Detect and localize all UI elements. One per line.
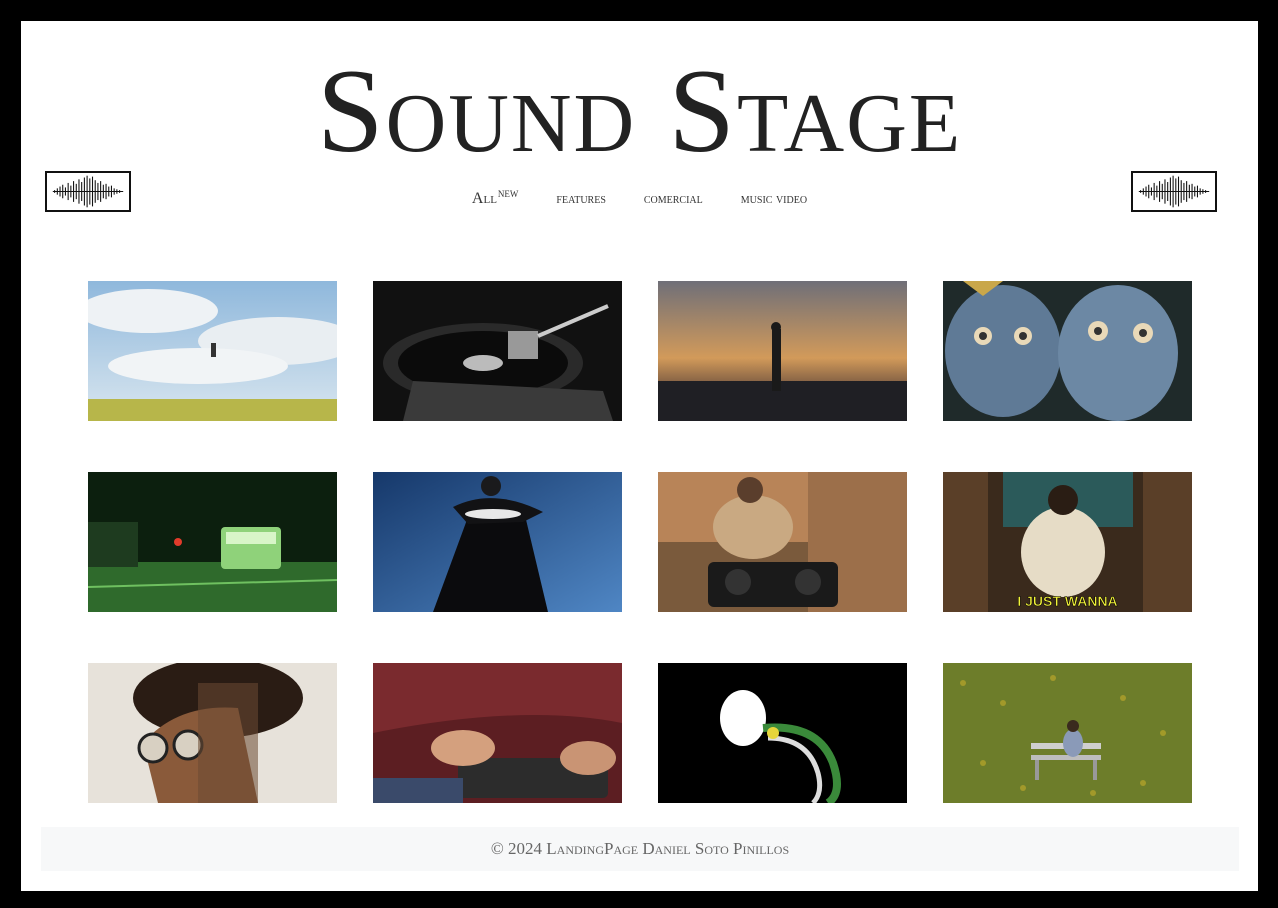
- video-thumbnail-animation[interactable]: [658, 663, 907, 803]
- video-thumbnail-low-angle-man[interactable]: [373, 472, 622, 612]
- nav-item-all[interactable]: AllNEW: [472, 189, 519, 208]
- video-caption: I JUST WANNA: [1017, 593, 1117, 609]
- nav-item-label: All: [471, 190, 497, 207]
- page-frame: Sound Stage AllNEW features comercial mu…: [21, 21, 1258, 891]
- thumbnail-image: [88, 663, 337, 803]
- thumbnail-image: [88, 472, 337, 612]
- video-thumbnail-turntable[interactable]: [373, 281, 622, 421]
- thumbnail-image: I JUST WANNA: [943, 472, 1192, 612]
- thumbnail-image: [88, 281, 337, 421]
- video-thumbnail-sky-field[interactable]: [88, 281, 337, 421]
- thumbnail-image: [658, 472, 907, 612]
- thumbnail-image: [943, 281, 1192, 421]
- thumbnail-image: [943, 663, 1192, 803]
- new-badge: NEW: [497, 189, 519, 199]
- category-nav: AllNEW FEATURES COMERCIAL MUSIC VIDEO: [21, 189, 1258, 208]
- video-thumbnail-bench-field[interactable]: [943, 663, 1192, 803]
- thumbnail-image: [658, 281, 907, 421]
- video-thumbnail-keyboard-hands[interactable]: [373, 663, 622, 803]
- video-thumbnail-blue-faces[interactable]: [943, 281, 1192, 421]
- nav-item-comercial[interactable]: COMERCIAL: [644, 192, 703, 208]
- nav-item-features[interactable]: FEATURES: [556, 192, 605, 208]
- nav-item-music-video[interactable]: MUSIC VIDEO: [741, 192, 807, 208]
- thumbnail-image: [658, 663, 907, 803]
- video-thumbnail-green-street[interactable]: [88, 472, 337, 612]
- video-thumbnail-library[interactable]: I JUST WANNA: [943, 472, 1192, 612]
- video-thumbnail-portrait-lyrics[interactable]: [88, 663, 337, 803]
- thumbnail-image: [373, 663, 622, 803]
- video-thumbnail-sunset[interactable]: [658, 281, 907, 421]
- site-title: Sound Stage: [316, 44, 963, 177]
- thumbnail-image: [373, 281, 622, 421]
- footer: © 2024 LandingPage Daniel Soto Pinillos: [41, 827, 1239, 871]
- video-thumbnail-dj-couch[interactable]: [658, 472, 907, 612]
- thumbnail-image: [373, 472, 622, 612]
